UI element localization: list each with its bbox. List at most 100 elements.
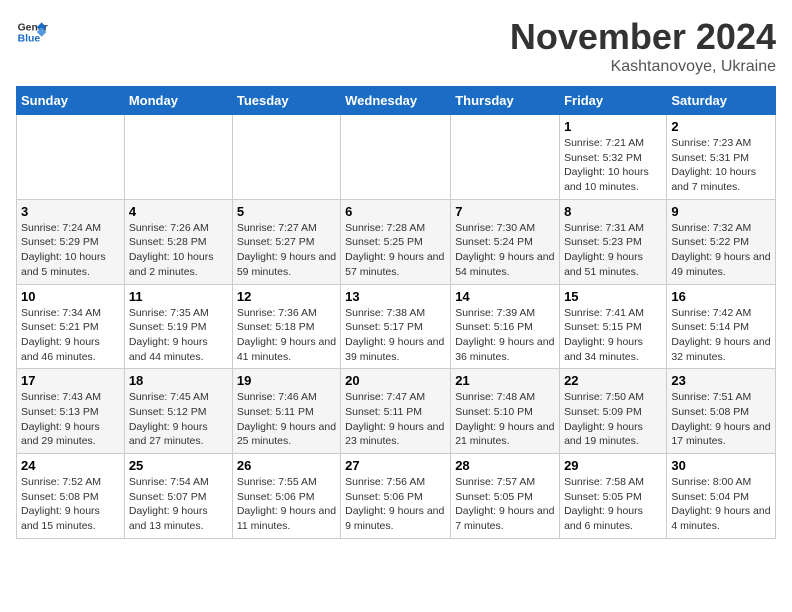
day-info: Sunrise: 7:23 AM Sunset: 5:31 PM Dayligh… bbox=[671, 136, 771, 195]
page-header: General Blue November 2024 Kashtanovoye,… bbox=[16, 16, 776, 76]
calendar-cell: 23 Sunrise: 7:51 AM Sunset: 5:08 PM Dayli… bbox=[667, 369, 776, 454]
day-number: 23 bbox=[671, 373, 771, 388]
day-number: 10 bbox=[21, 289, 120, 304]
day-info: Sunrise: 7:50 AM Sunset: 5:09 PM Dayligh… bbox=[564, 390, 662, 449]
weekday-header-wednesday: Wednesday bbox=[341, 87, 451, 115]
logo: General Blue bbox=[16, 16, 48, 48]
day-number: 14 bbox=[455, 289, 555, 304]
day-info: Sunrise: 7:35 AM Sunset: 5:19 PM Dayligh… bbox=[129, 306, 228, 365]
day-info: Sunrise: 7:45 AM Sunset: 5:12 PM Dayligh… bbox=[129, 390, 228, 449]
weekday-header-friday: Friday bbox=[560, 87, 667, 115]
day-number: 11 bbox=[129, 289, 228, 304]
calendar-cell: 3Sunrise: 7:24 AM Sunset: 5:29 PM Daylig… bbox=[17, 199, 125, 284]
day-number: 15 bbox=[564, 289, 662, 304]
day-info: Sunrise: 7:31 AM Sunset: 5:23 PM Dayligh… bbox=[564, 221, 662, 280]
calendar-cell: 11 Sunrise: 7:35 AM Sunset: 5:19 PM Dayli… bbox=[124, 284, 232, 369]
day-number: 13 bbox=[345, 289, 446, 304]
day-number: 26 bbox=[237, 458, 336, 473]
calendar-cell: 21 Sunrise: 7:48 AM Sunset: 5:10 PM Dayli… bbox=[451, 369, 560, 454]
day-number: 17 bbox=[21, 373, 120, 388]
calendar-week-2: 3Sunrise: 7:24 AM Sunset: 5:29 PM Daylig… bbox=[17, 199, 776, 284]
calendar-cell: 24 Sunrise: 7:52 AM Sunset: 5:08 PM Dayli… bbox=[17, 454, 125, 539]
calendar-cell: 26 Sunrise: 7:55 AM Sunset: 5:06 PM Dayli… bbox=[232, 454, 340, 539]
calendar-cell: 17 Sunrise: 7:43 AM Sunset: 5:13 PM Dayli… bbox=[17, 369, 125, 454]
day-info: Sunrise: 7:24 AM Sunset: 5:29 PM Dayligh… bbox=[21, 221, 120, 280]
day-info: Sunrise: 7:26 AM Sunset: 5:28 PM Dayligh… bbox=[129, 221, 228, 280]
day-info: Sunrise: 7:39 AM Sunset: 5:16 PM Dayligh… bbox=[455, 306, 555, 365]
day-number: 19 bbox=[237, 373, 336, 388]
calendar-cell: 30Sunrise: 8:00 AM Sunset: 5:04 PM Dayli… bbox=[667, 454, 776, 539]
day-number: 20 bbox=[345, 373, 446, 388]
day-number: 9 bbox=[671, 204, 771, 219]
day-number: 25 bbox=[129, 458, 228, 473]
calendar-cell: 25Sunrise: 7:54 AM Sunset: 5:07 PM Dayli… bbox=[124, 454, 232, 539]
day-number: 2 bbox=[671, 119, 771, 134]
calendar-cell: 6Sunrise: 7:28 AM Sunset: 5:25 PM Daylig… bbox=[341, 199, 451, 284]
calendar-cell bbox=[341, 115, 451, 200]
day-number: 16 bbox=[671, 289, 771, 304]
calendar-cell: 27 Sunrise: 7:56 AM Sunset: 5:06 PM Dayli… bbox=[341, 454, 451, 539]
day-number: 1 bbox=[564, 119, 662, 134]
weekday-header-saturday: Saturday bbox=[667, 87, 776, 115]
calendar-cell: 4 Sunrise: 7:26 AM Sunset: 5:28 PM Daylig… bbox=[124, 199, 232, 284]
calendar-cell: 15 Sunrise: 7:41 AM Sunset: 5:15 PM Dayli… bbox=[560, 284, 667, 369]
calendar-cell: 14 Sunrise: 7:39 AM Sunset: 5:16 PM Dayli… bbox=[451, 284, 560, 369]
calendar-cell: 19 Sunrise: 7:46 AM Sunset: 5:11 PM Dayli… bbox=[232, 369, 340, 454]
day-info: Sunrise: 7:46 AM Sunset: 5:11 PM Dayligh… bbox=[237, 390, 336, 449]
svg-text:Blue: Blue bbox=[18, 34, 41, 45]
calendar-week-1: 1 Sunrise: 7:21 AM Sunset: 5:32 PM Daylig… bbox=[17, 115, 776, 200]
calendar-cell bbox=[124, 115, 232, 200]
day-number: 21 bbox=[455, 373, 555, 388]
calendar-cell: 10 Sunrise: 7:34 AM Sunset: 5:21 PM Dayli… bbox=[17, 284, 125, 369]
calendar-cell: 12Sunrise: 7:36 AM Sunset: 5:18 PM Dayli… bbox=[232, 284, 340, 369]
calendar-cell: 9Sunrise: 7:32 AM Sunset: 5:22 PM Daylig… bbox=[667, 199, 776, 284]
day-info: Sunrise: 7:34 AM Sunset: 5:21 PM Dayligh… bbox=[21, 306, 120, 365]
calendar-cell: 18 Sunrise: 7:45 AM Sunset: 5:12 PM Dayli… bbox=[124, 369, 232, 454]
calendar-cell: 5Sunrise: 7:27 AM Sunset: 5:27 PM Daylig… bbox=[232, 199, 340, 284]
calendar-cell: 29Sunrise: 7:58 AM Sunset: 5:05 PM Dayli… bbox=[560, 454, 667, 539]
weekday-header-thursday: Thursday bbox=[451, 87, 560, 115]
day-number: 8 bbox=[564, 204, 662, 219]
day-info: Sunrise: 7:41 AM Sunset: 5:15 PM Dayligh… bbox=[564, 306, 662, 365]
day-info: Sunrise: 7:57 AM Sunset: 5:05 PM Dayligh… bbox=[455, 475, 555, 534]
day-number: 18 bbox=[129, 373, 228, 388]
calendar-week-5: 24 Sunrise: 7:52 AM Sunset: 5:08 PM Dayli… bbox=[17, 454, 776, 539]
calendar-cell: 22 Sunrise: 7:50 AM Sunset: 5:09 PM Dayli… bbox=[560, 369, 667, 454]
day-info: Sunrise: 7:30 AM Sunset: 5:24 PM Dayligh… bbox=[455, 221, 555, 280]
day-number: 12 bbox=[237, 289, 336, 304]
day-info: Sunrise: 7:56 AM Sunset: 5:06 PM Dayligh… bbox=[345, 475, 446, 534]
calendar-cell: 20 Sunrise: 7:47 AM Sunset: 5:11 PM Dayli… bbox=[341, 369, 451, 454]
calendar-cell bbox=[17, 115, 125, 200]
day-info: Sunrise: 7:52 AM Sunset: 5:08 PM Dayligh… bbox=[21, 475, 120, 534]
day-number: 27 bbox=[345, 458, 446, 473]
day-info: Sunrise: 7:38 AM Sunset: 5:17 PM Dayligh… bbox=[345, 306, 446, 365]
calendar-cell: 16 Sunrise: 7:42 AM Sunset: 5:14 PM Dayli… bbox=[667, 284, 776, 369]
day-number: 29 bbox=[564, 458, 662, 473]
day-info: Sunrise: 7:55 AM Sunset: 5:06 PM Dayligh… bbox=[237, 475, 336, 534]
day-number: 28 bbox=[455, 458, 555, 473]
day-number: 5 bbox=[237, 204, 336, 219]
calendar-cell: 8 Sunrise: 7:31 AM Sunset: 5:23 PM Daylig… bbox=[560, 199, 667, 284]
weekday-header-monday: Monday bbox=[124, 87, 232, 115]
weekday-header-sunday: Sunday bbox=[17, 87, 125, 115]
location-subtitle: Kashtanovoye, Ukraine bbox=[510, 58, 776, 76]
calendar-week-4: 17 Sunrise: 7:43 AM Sunset: 5:13 PM Dayli… bbox=[17, 369, 776, 454]
day-info: Sunrise: 7:43 AM Sunset: 5:13 PM Dayligh… bbox=[21, 390, 120, 449]
day-info: Sunrise: 7:21 AM Sunset: 5:32 PM Dayligh… bbox=[564, 136, 662, 195]
day-info: Sunrise: 7:28 AM Sunset: 5:25 PM Dayligh… bbox=[345, 221, 446, 280]
title-block: November 2024 Kashtanovoye, Ukraine bbox=[510, 16, 776, 76]
day-info: Sunrise: 7:42 AM Sunset: 5:14 PM Dayligh… bbox=[671, 306, 771, 365]
day-number: 22 bbox=[564, 373, 662, 388]
logo-icon: General Blue bbox=[16, 16, 48, 48]
calendar-cell bbox=[451, 115, 560, 200]
day-number: 7 bbox=[455, 204, 555, 219]
day-number: 24 bbox=[21, 458, 120, 473]
calendar-cell: 2 Sunrise: 7:23 AM Sunset: 5:31 PM Daylig… bbox=[667, 115, 776, 200]
day-number: 30 bbox=[671, 458, 771, 473]
calendar-table: SundayMondayTuesdayWednesdayThursdayFrid… bbox=[16, 86, 776, 539]
day-info: Sunrise: 7:47 AM Sunset: 5:11 PM Dayligh… bbox=[345, 390, 446, 449]
day-info: Sunrise: 7:48 AM Sunset: 5:10 PM Dayligh… bbox=[455, 390, 555, 449]
day-number: 4 bbox=[129, 204, 228, 219]
day-info: Sunrise: 7:51 AM Sunset: 5:08 PM Dayligh… bbox=[671, 390, 771, 449]
calendar-cell bbox=[232, 115, 340, 200]
